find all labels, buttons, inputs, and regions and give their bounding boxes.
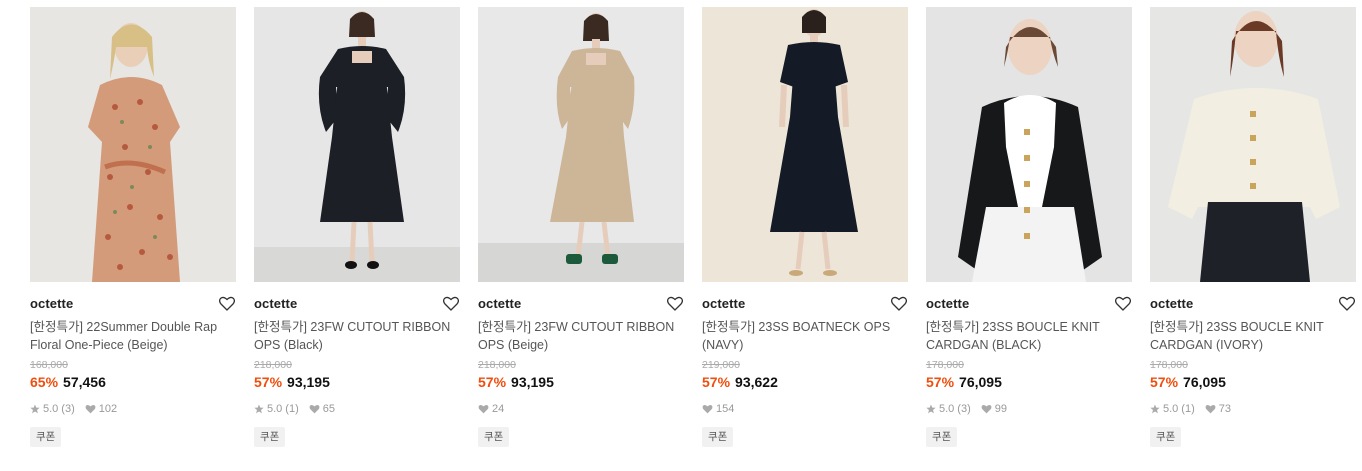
like-count: 99 (994, 403, 1007, 415)
beige-dress-photo (478, 7, 684, 282)
likes: 65 (309, 403, 335, 415)
product-card[interactable]: octette [한정특가] 23FW CUTOUT RIBBON OPS (B… (478, 7, 684, 447)
review-count: (3) (61, 403, 75, 415)
heart-filled-icon (85, 404, 96, 414)
star-icon (254, 404, 264, 414)
review-count: (3) (957, 403, 971, 415)
heart-filled-icon (981, 404, 992, 414)
product-image[interactable] (30, 7, 236, 282)
product-image[interactable] (478, 7, 684, 282)
rating-value: 5.0 (43, 403, 59, 415)
heart-icon[interactable] (890, 294, 908, 312)
product-title[interactable]: [한정특가] 23SS BOATNECK OPS (NAVY) (702, 318, 908, 354)
coupon-badge: 쿠폰 (1150, 427, 1182, 447)
rating-value: 5.0 (1163, 403, 1179, 415)
sale-price: 93,195 (511, 374, 554, 390)
review-count: (1) (1181, 403, 1195, 415)
rating: 5.0 (1) (254, 403, 299, 415)
heart-icon[interactable] (666, 294, 684, 312)
product-title[interactable]: [한정특가] 23FW CUTOUT RIBBON OPS (Black) (254, 318, 460, 354)
product-title[interactable]: [한정특가] 23SS BOUCLE KNIT CARDGAN (IVORY) (1150, 318, 1356, 354)
heart-filled-icon (1205, 404, 1216, 414)
star-icon (1150, 404, 1160, 414)
likes: 99 (981, 403, 1007, 415)
discount-rate: 57% (478, 374, 507, 390)
original-price: 178,000 (926, 359, 964, 371)
coupon-badge: 쿠폰 (478, 427, 510, 447)
black-dress-photo (254, 7, 460, 282)
likes: 24 (478, 403, 504, 415)
sale-price: 76,095 (959, 374, 1002, 390)
original-price: 168,000 (30, 359, 68, 371)
rating: 5.0 (1) (1150, 403, 1195, 415)
heart-filled-icon (478, 404, 489, 414)
likes: 73 (1205, 403, 1231, 415)
brand-name[interactable]: octette (926, 296, 969, 311)
product-card[interactable]: octette [한정특가] 23FW CUTOUT RIBBON OPS (B… (254, 7, 460, 447)
brand-name[interactable]: octette (702, 296, 745, 311)
brand-name[interactable]: octette (30, 296, 73, 311)
like-count: 154 (716, 403, 735, 415)
brand-name[interactable]: octette (478, 296, 521, 311)
rating: 5.0 (3) (30, 403, 75, 415)
review-count: (1) (285, 403, 299, 415)
brand-name[interactable]: octette (254, 296, 297, 311)
discount-rate: 57% (926, 374, 955, 390)
discount-rate: 65% (30, 374, 59, 390)
like-count: 102 (98, 403, 118, 415)
original-price: 218,000 (478, 359, 516, 371)
product-title[interactable]: [한정특가] 23FW CUTOUT RIBBON OPS (Beige) (478, 318, 684, 354)
sale-price: 57,456 (63, 374, 106, 390)
heart-icon[interactable] (218, 294, 236, 312)
coupon-badge: 쿠폰 (30, 427, 62, 447)
product-image[interactable] (702, 7, 908, 282)
discount-rate: 57% (1150, 374, 1179, 390)
product-title[interactable]: [한정특가] 23SS BOUCLE KNIT CARDGAN (BLACK) (926, 318, 1132, 354)
coupon-badge: 쿠폰 (254, 427, 286, 447)
like-count: 24 (492, 403, 505, 415)
product-image[interactable] (254, 7, 460, 282)
product-card[interactable]: octette [한정특가] 22Summer Double Rap Flora… (30, 7, 236, 447)
product-card[interactable]: octette [한정특가] 23SS BOUCLE KNIT CARDGAN … (1150, 7, 1356, 447)
black-cardigan-photo (926, 7, 1132, 282)
original-price: 218,000 (254, 359, 292, 371)
star-icon (926, 404, 936, 414)
product-image[interactable] (1150, 7, 1356, 282)
heart-icon[interactable] (1114, 294, 1132, 312)
sale-price: 76,095 (1183, 374, 1226, 390)
product-card[interactable]: octette [한정특가] 23SS BOUCLE KNIT CARDGAN … (926, 7, 1132, 447)
heart-icon[interactable] (442, 294, 460, 312)
sale-price: 93,195 (287, 374, 330, 390)
rating-value: 5.0 (267, 403, 283, 415)
coupon-badge: 쿠폰 (702, 427, 734, 447)
likes: 102 (85, 403, 117, 415)
heart-filled-icon (702, 404, 713, 414)
product-grid: octette [한정특가] 22Summer Double Rap Flora… (0, 0, 1362, 471)
brand-name[interactable]: octette (1150, 296, 1193, 311)
discount-rate: 57% (702, 374, 731, 390)
star-icon (30, 404, 40, 414)
product-card[interactable]: octette [한정특가] 23SS BOATNECK OPS (NAVY) … (702, 7, 908, 447)
product-title[interactable]: [한정특가] 22Summer Double Rap Floral One-Pi… (30, 318, 236, 354)
navy-dress-photo (702, 7, 908, 282)
heart-filled-icon (309, 404, 320, 414)
heart-icon[interactable] (1338, 294, 1356, 312)
likes: 154 (702, 403, 734, 415)
sale-price: 93,622 (735, 374, 778, 390)
discount-rate: 57% (254, 374, 283, 390)
coupon-badge: 쿠폰 (926, 427, 958, 447)
original-price: 178,000 (1150, 359, 1188, 371)
like-count: 73 (1218, 403, 1231, 415)
like-count: 65 (322, 403, 335, 415)
floral-dress-photo (30, 7, 236, 282)
product-image[interactable] (926, 7, 1132, 282)
original-price: 219,000 (702, 359, 740, 371)
ivory-cardigan-photo (1150, 7, 1356, 282)
rating: 5.0 (3) (926, 403, 971, 415)
rating-value: 5.0 (939, 403, 955, 415)
